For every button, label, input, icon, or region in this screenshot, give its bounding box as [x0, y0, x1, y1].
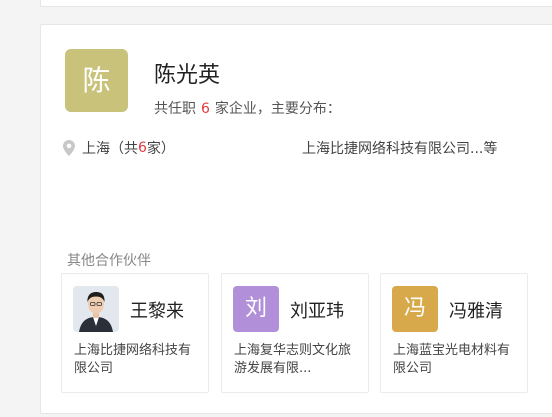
location-count: 6	[138, 140, 147, 156]
person-avatar: 陈	[65, 49, 128, 112]
previous-card	[40, 0, 552, 7]
partner-name: 刘亚玮	[290, 301, 344, 322]
partner-company: 上海复华志则文化旅游发展有限...	[234, 343, 352, 376]
summary-prefix: 共任职	[154, 101, 196, 117]
person-summary: 共任职 6 家企业，主要分布：	[154, 98, 341, 118]
partner-company: 上海蓝宝光电材料有限公司	[393, 343, 511, 376]
location-city: 上海（共	[82, 141, 138, 157]
partner-avatar: 刘	[233, 286, 279, 332]
person-card: 陈 陈光英 共任职 6 家企业，主要分布： 上海（共 6 家） 上海比捷网络科技有限公司…	[40, 24, 552, 414]
company-count: 6	[201, 101, 210, 117]
person-name[interactable]: 陈光英	[154, 57, 220, 89]
partners-section-title: 其他合作伙伴	[67, 253, 151, 269]
partner-name: 王黎来	[130, 301, 184, 322]
location-row: 上海（共 6 家）	[63, 138, 175, 158]
partner-card-2[interactable]: 刘 刘亚玮 上海复华志则文化旅游发展有限...	[221, 273, 369, 393]
map-pin-icon	[63, 140, 75, 156]
partner-avatar: 冯	[392, 286, 438, 332]
person-photo-icon	[73, 286, 119, 332]
summary-suffix: 家企业，主要分布：	[214, 101, 341, 117]
partner-company: 上海比捷网络科技有限公司	[74, 343, 192, 376]
location-suffix: 家）	[146, 141, 175, 157]
partner-card-3[interactable]: 冯 冯雅清 上海蓝宝光电材料有限公司	[380, 273, 528, 393]
partner-name: 冯雅清	[449, 301, 503, 322]
location-companies[interactable]: 上海比捷网络科技有限公司...等	[302, 138, 497, 158]
partner-card-1[interactable]: 王黎来 上海比捷网络科技有限公司	[61, 273, 209, 393]
partner-avatar-photo	[73, 286, 119, 332]
